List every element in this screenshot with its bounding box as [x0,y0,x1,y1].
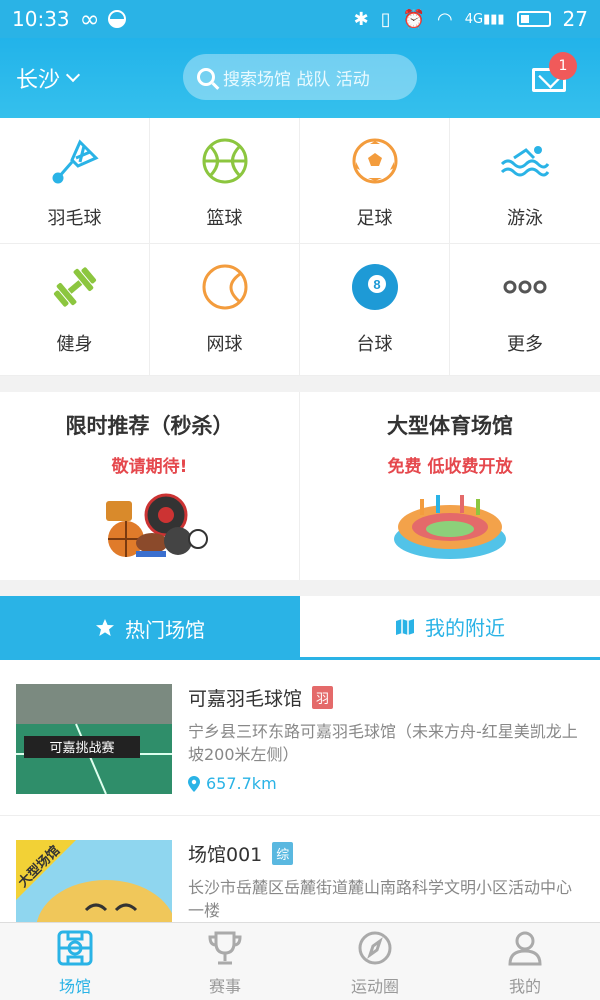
category-label: 更多 [507,334,543,355]
signal-icon: 4G▮▮▮ [464,11,505,27]
venue-field-icon [57,930,93,966]
nav-label: 场馆 [58,977,91,996]
tennis-icon [200,262,250,312]
category-billiards[interactable]: 8 台球 [300,244,450,376]
badminton-icon [50,136,100,186]
venue-name-row: 场馆001 综 [188,840,294,867]
half-circle-icon [107,10,126,28]
search-placeholder: 搜索场馆 战队 活动 [223,69,370,90]
status-right: ✱ ▯ ⏰ ◠ 4G▮▮▮ 27 [354,7,588,31]
category-more[interactable]: 更多 [450,244,600,376]
more-icon [500,262,550,312]
tab-nearby[interactable]: 我的附近 [300,596,600,660]
user-icon [508,931,542,966]
bottom-nav: 场馆 赛事 运动圈 我的 [0,922,600,1000]
category-label: 网球 [206,334,243,355]
nav-sports-circle[interactable]: 运动圈 [300,923,450,1000]
battery-level: 27 [562,7,588,31]
category-label: 足球 [356,208,393,229]
list-item[interactable]: 可嘉挑战赛 可嘉羽毛球馆 羽 宁乡县三环东路可嘉羽毛球馆（未来方舟-红星美凯龙上… [0,660,600,816]
nav-label: 运动圈 [350,977,399,996]
category-grid: 羽毛球 篮球 足球 游泳 健身 网球 8 台球 更多 [0,118,600,376]
search-icon [197,68,215,86]
battery-icon [516,11,551,27]
alarm-icon: ⏰ [402,8,426,30]
infinity-icon: ∞ [79,5,100,33]
venue-address: 宁乡县三环东路可嘉羽毛球馆（未来方舟-红星美凯龙上坡200米左侧） [188,722,578,764]
category-soccer[interactable]: 足球 [300,118,450,244]
star-icon [96,619,114,636]
location-pin-icon [188,775,200,792]
swimming-icon [500,136,550,186]
basketball-icon [200,136,250,186]
nav-venues[interactable]: 场馆 [0,923,150,1000]
status-time: 10:33 [12,7,70,31]
trophy-icon [208,931,242,965]
category-label: 羽毛球 [47,208,102,229]
map-icon [396,618,414,635]
soccer-icon [350,136,400,186]
tab-label: 我的附近 [425,616,505,640]
status-bar: 10:33 ∞ ✱ ▯ ⏰ ◠ 4G▮▮▮ 27 [0,0,600,38]
venue-distance-row: 657.7km [188,774,277,793]
venue-tag: 综 [272,842,294,865]
category-label: 篮球 [206,208,243,229]
app-header: 长沙 搜索场馆 战队 活动 [0,38,600,118]
venue-thumbnail: 可嘉挑战赛 [16,684,172,794]
promo-subtitle: 免费 低收费开放 [387,457,513,477]
category-swimming[interactable]: 游泳 [450,118,600,244]
city-label: 长沙 [16,68,61,93]
nav-label: 赛事 [208,977,241,996]
venue-name-row: 可嘉羽毛球馆 羽 [188,684,334,711]
nav-label: 我的 [508,977,541,996]
unread-badge: 1 [549,52,577,80]
app-root: 10:33 ∞ ✱ ▯ ⏰ ◠ 4G▮▮▮ 27 长沙 搜索场馆 战队 活动 1 [0,0,600,1000]
category-basketball[interactable]: 篮球 [150,118,300,244]
promo-title: 限时推荐（秒杀） [65,414,234,438]
venue-thumb-text: 可嘉挑战赛 [49,740,114,756]
nav-events[interactable]: 赛事 [150,923,300,1000]
promo-subtitle: 敬请期待! [111,457,188,477]
venue-name: 可嘉羽毛球馆 [188,688,303,710]
venue-list: 可嘉挑战赛 可嘉羽毛球馆 羽 宁乡县三环东路可嘉羽毛球馆（未来方舟-红星美凯龙上… [0,660,600,922]
tab-hot-venues[interactable]: 热门场馆 [0,596,300,660]
wifi-icon: ◠ [437,8,453,30]
vibrate-icon: ▯ [380,8,391,30]
category-label: 台球 [356,334,393,355]
category-fitness[interactable]: 健身 [0,244,150,376]
city-selector[interactable]: 长沙 [16,62,176,94]
promo-large-venue[interactable]: 大型体育场馆 免费 低收费开放 [300,392,600,580]
bluetooth-icon: ✱ [353,8,369,30]
venue-name: 场馆001 [188,844,263,866]
svg-text:8: 8 [373,277,380,292]
sports-equipment-image [90,487,210,571]
search-bar[interactable]: 搜索场馆 战队 活动 [183,54,417,100]
list-item[interactable]: 大型场馆 场馆001 综 长沙市岳麓区岳麓街道麓山南路科学文明小区活动中心一楼 [0,816,600,922]
nav-profile[interactable]: 我的 [450,923,600,1000]
fitness-icon [50,262,100,312]
compass-icon [358,931,392,965]
promo-flash-sale[interactable]: 限时推荐（秒杀） 敬请期待! [0,392,300,580]
venue-tag: 羽 [312,686,334,709]
venue-address: 长沙市岳麓区岳麓街道麓山南路科学文明小区活动中心一楼 [188,878,573,920]
promo-title: 大型体育场馆 [387,414,513,438]
promo-section: 限时推荐（秒杀） 敬请期待! 大型体育场馆 免费 低收费开放 [0,392,600,580]
stadium-image [390,487,510,571]
tab-label: 热门场馆 [125,617,205,642]
category-tennis[interactable]: 网球 [150,244,300,376]
venue-distance: 657.7km [206,774,277,793]
venue-tabs: 热门场馆 我的附近 [0,596,600,660]
category-label: 健身 [56,334,93,355]
billiards-icon: 8 [350,262,400,312]
venue-thumbnail: 大型场馆 [16,840,172,922]
category-badminton[interactable]: 羽毛球 [0,118,150,244]
chevron-down-icon [65,67,81,83]
category-label: 游泳 [507,208,543,229]
